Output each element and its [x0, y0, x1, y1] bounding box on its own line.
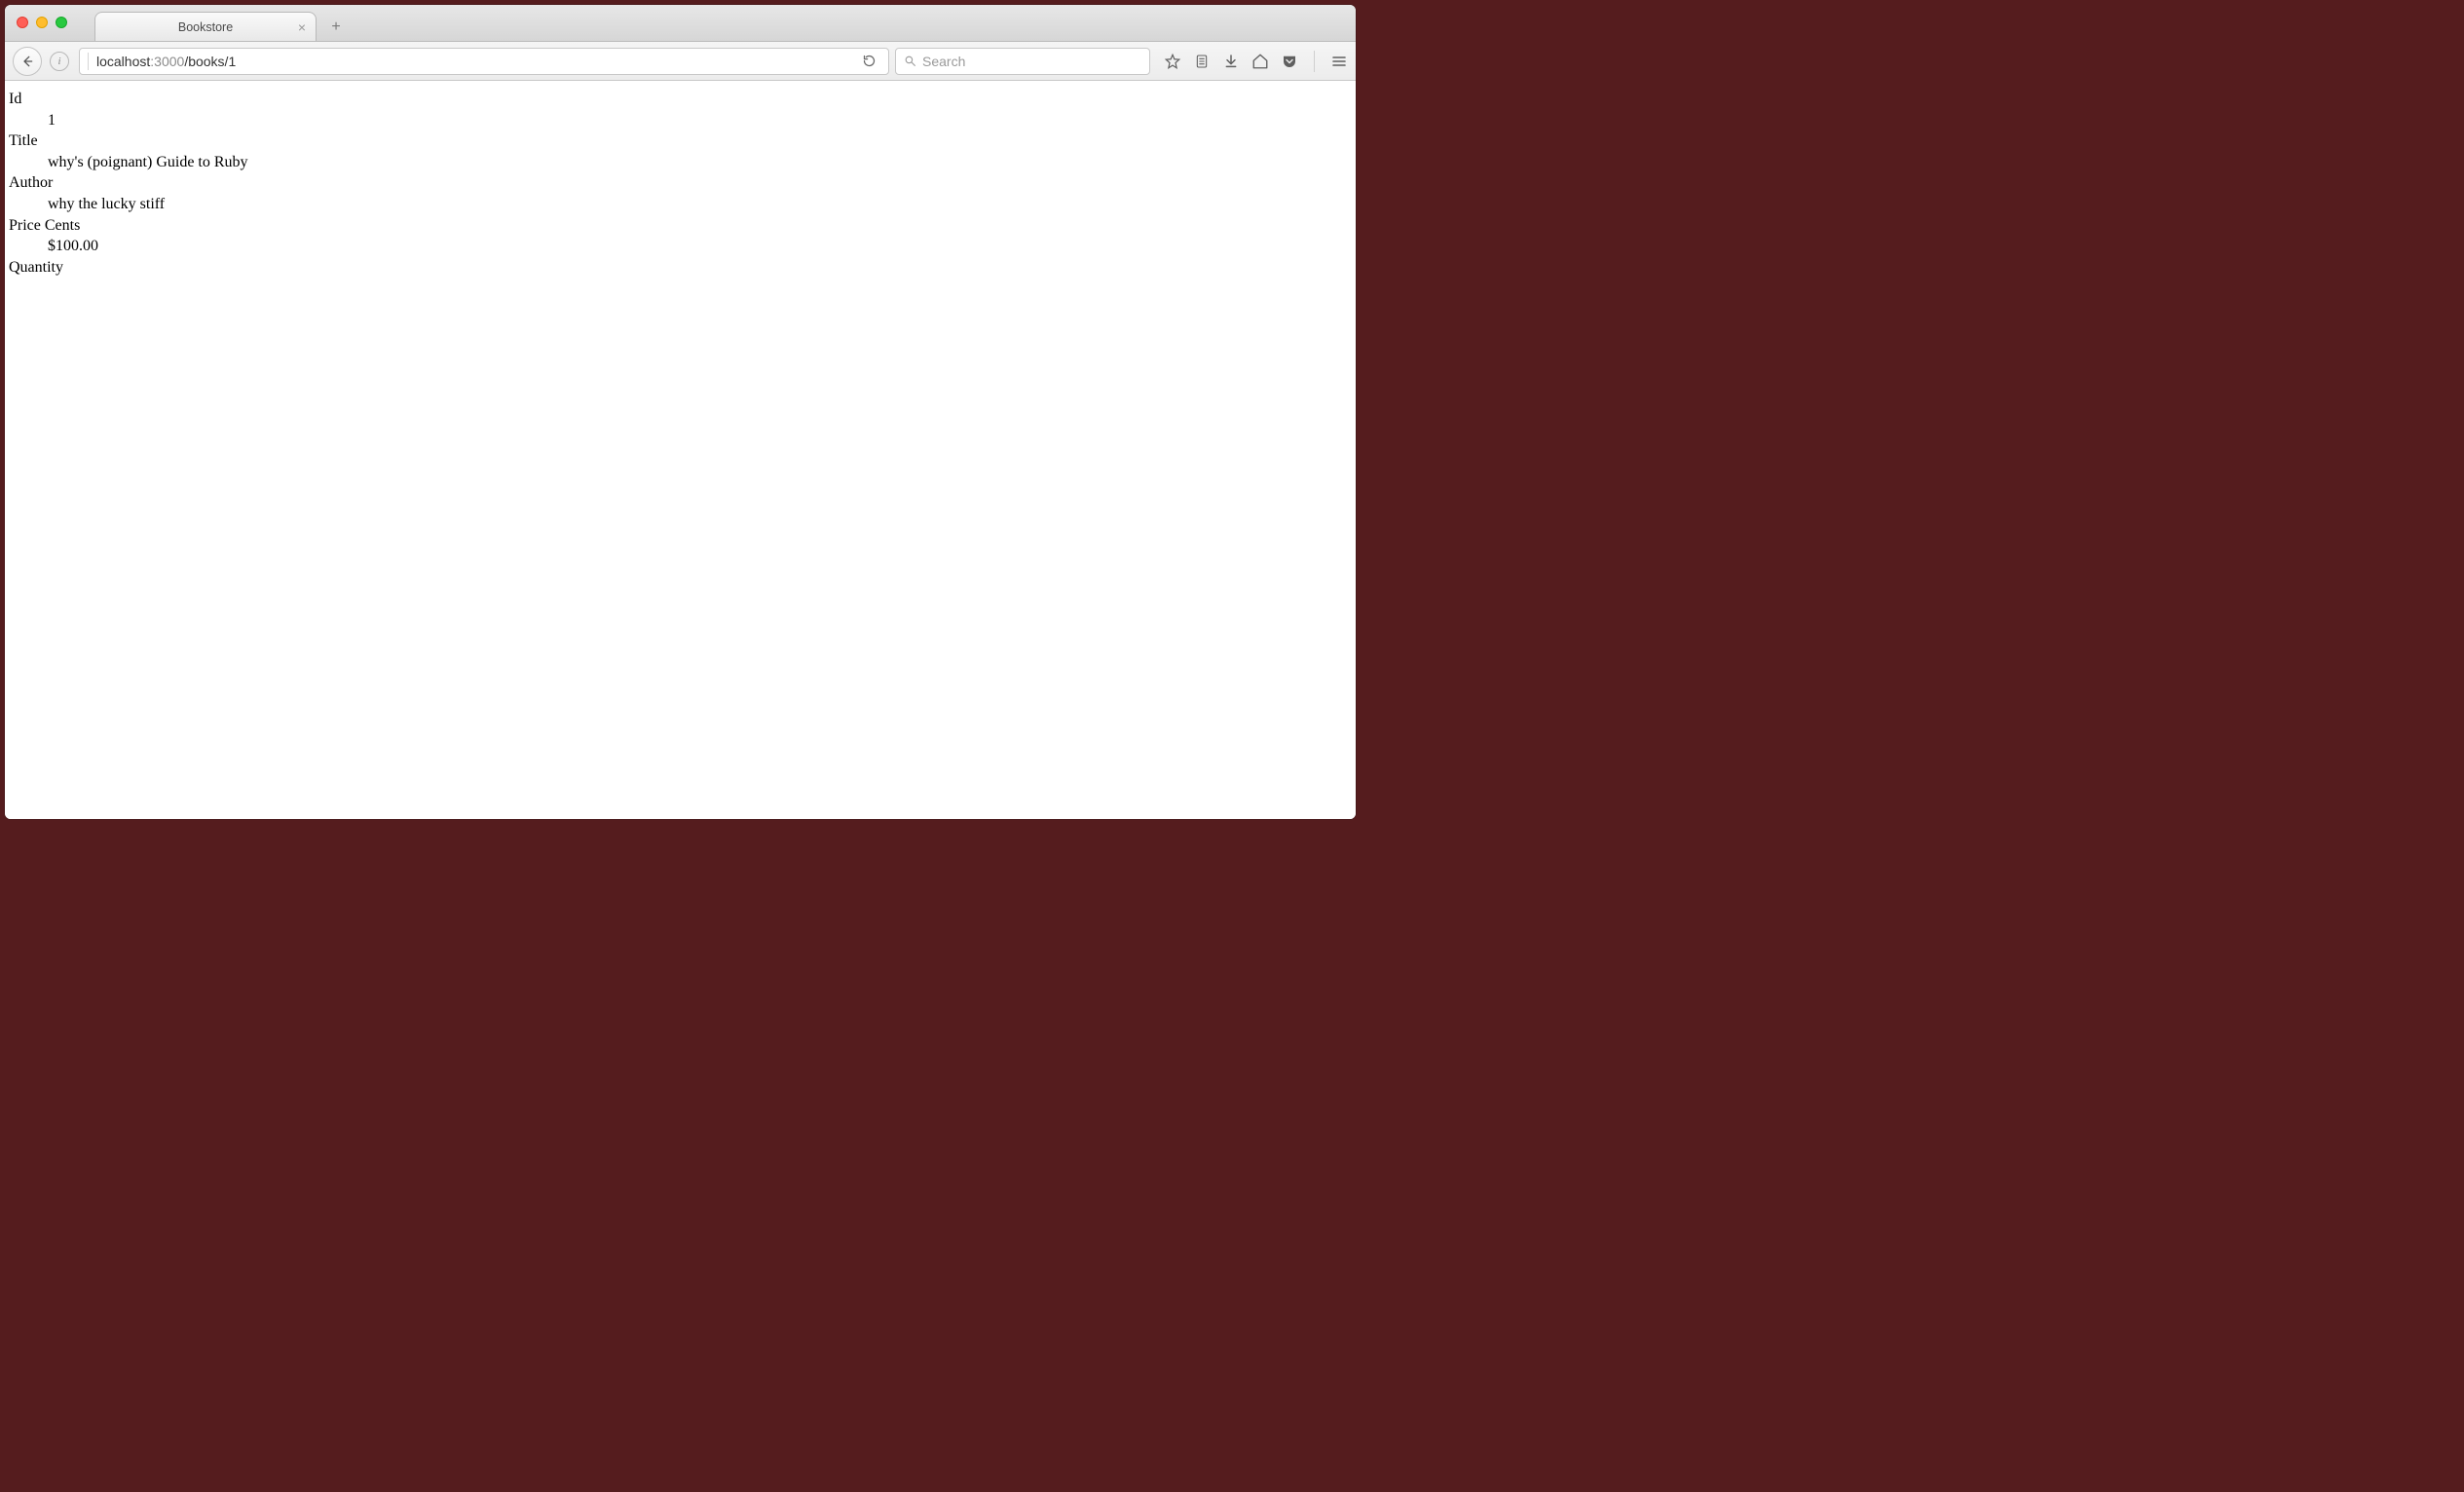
- home-button[interactable]: [1251, 53, 1269, 70]
- search-icon: [904, 55, 916, 67]
- clipboard-icon: [1194, 53, 1210, 70]
- field-label-price-cents: Price Cents: [9, 215, 1352, 237]
- reload-button[interactable]: [858, 54, 880, 68]
- field-value-price-cents: $100.00: [48, 236, 1352, 257]
- book-definition-list: Id 1 Title why's (poignant) Guide to Rub…: [9, 89, 1352, 278]
- star-icon: [1164, 53, 1181, 70]
- bookmark-star-button[interactable]: [1164, 53, 1181, 70]
- pocket-icon: [1281, 53, 1298, 70]
- downloads-button[interactable]: [1222, 53, 1240, 70]
- field-value-author: why the lucky stiff: [48, 194, 1352, 215]
- window-close-button[interactable]: [17, 17, 28, 28]
- browser-window: Bookstore × + i localhost:3000/books/1: [5, 5, 1356, 819]
- url-bar[interactable]: localhost:3000/books/1: [79, 48, 889, 75]
- toolbar-icons: [1164, 51, 1348, 72]
- download-icon: [1223, 53, 1239, 70]
- back-arrow-icon: [20, 55, 34, 68]
- field-label-id: Id: [9, 89, 1352, 110]
- back-button[interactable]: [13, 47, 42, 76]
- toolbar-separator: [1314, 51, 1315, 72]
- field-value-title: why's (poignant) Guide to Ruby: [48, 152, 1352, 173]
- reload-icon: [862, 54, 877, 68]
- window-maximize-button[interactable]: [56, 17, 67, 28]
- new-tab-button[interactable]: +: [322, 16, 350, 39]
- url-separator: [88, 53, 89, 70]
- info-icon: i: [57, 56, 60, 67]
- titlebar: Bookstore × +: [5, 5, 1356, 42]
- search-bar[interactable]: [895, 48, 1150, 75]
- toolbar: i localhost:3000/books/1: [5, 42, 1356, 81]
- field-label-title: Title: [9, 131, 1352, 152]
- url-path: /books/1: [184, 54, 236, 69]
- pocket-button[interactable]: [1281, 53, 1298, 70]
- url-host: localhost: [96, 54, 150, 69]
- hamburger-icon: [1330, 54, 1348, 69]
- search-input[interactable]: [922, 54, 1141, 69]
- home-icon: [1251, 53, 1269, 70]
- bookmarks-list-button[interactable]: [1193, 53, 1211, 70]
- window-minimize-button[interactable]: [36, 17, 48, 28]
- field-value-id: 1: [48, 110, 1352, 131]
- traffic-lights: [17, 17, 67, 28]
- browser-tab[interactable]: Bookstore ×: [94, 12, 317, 41]
- url-port: :3000: [150, 54, 184, 69]
- tab-close-button[interactable]: ×: [298, 20, 306, 34]
- page-content: Id 1 Title why's (poignant) Guide to Rub…: [5, 81, 1356, 819]
- site-info-button[interactable]: i: [50, 52, 69, 71]
- field-label-quantity: Quantity: [9, 257, 1352, 279]
- tab-title: Bookstore: [178, 20, 233, 34]
- menu-button[interactable]: [1330, 54, 1348, 69]
- field-label-author: Author: [9, 172, 1352, 194]
